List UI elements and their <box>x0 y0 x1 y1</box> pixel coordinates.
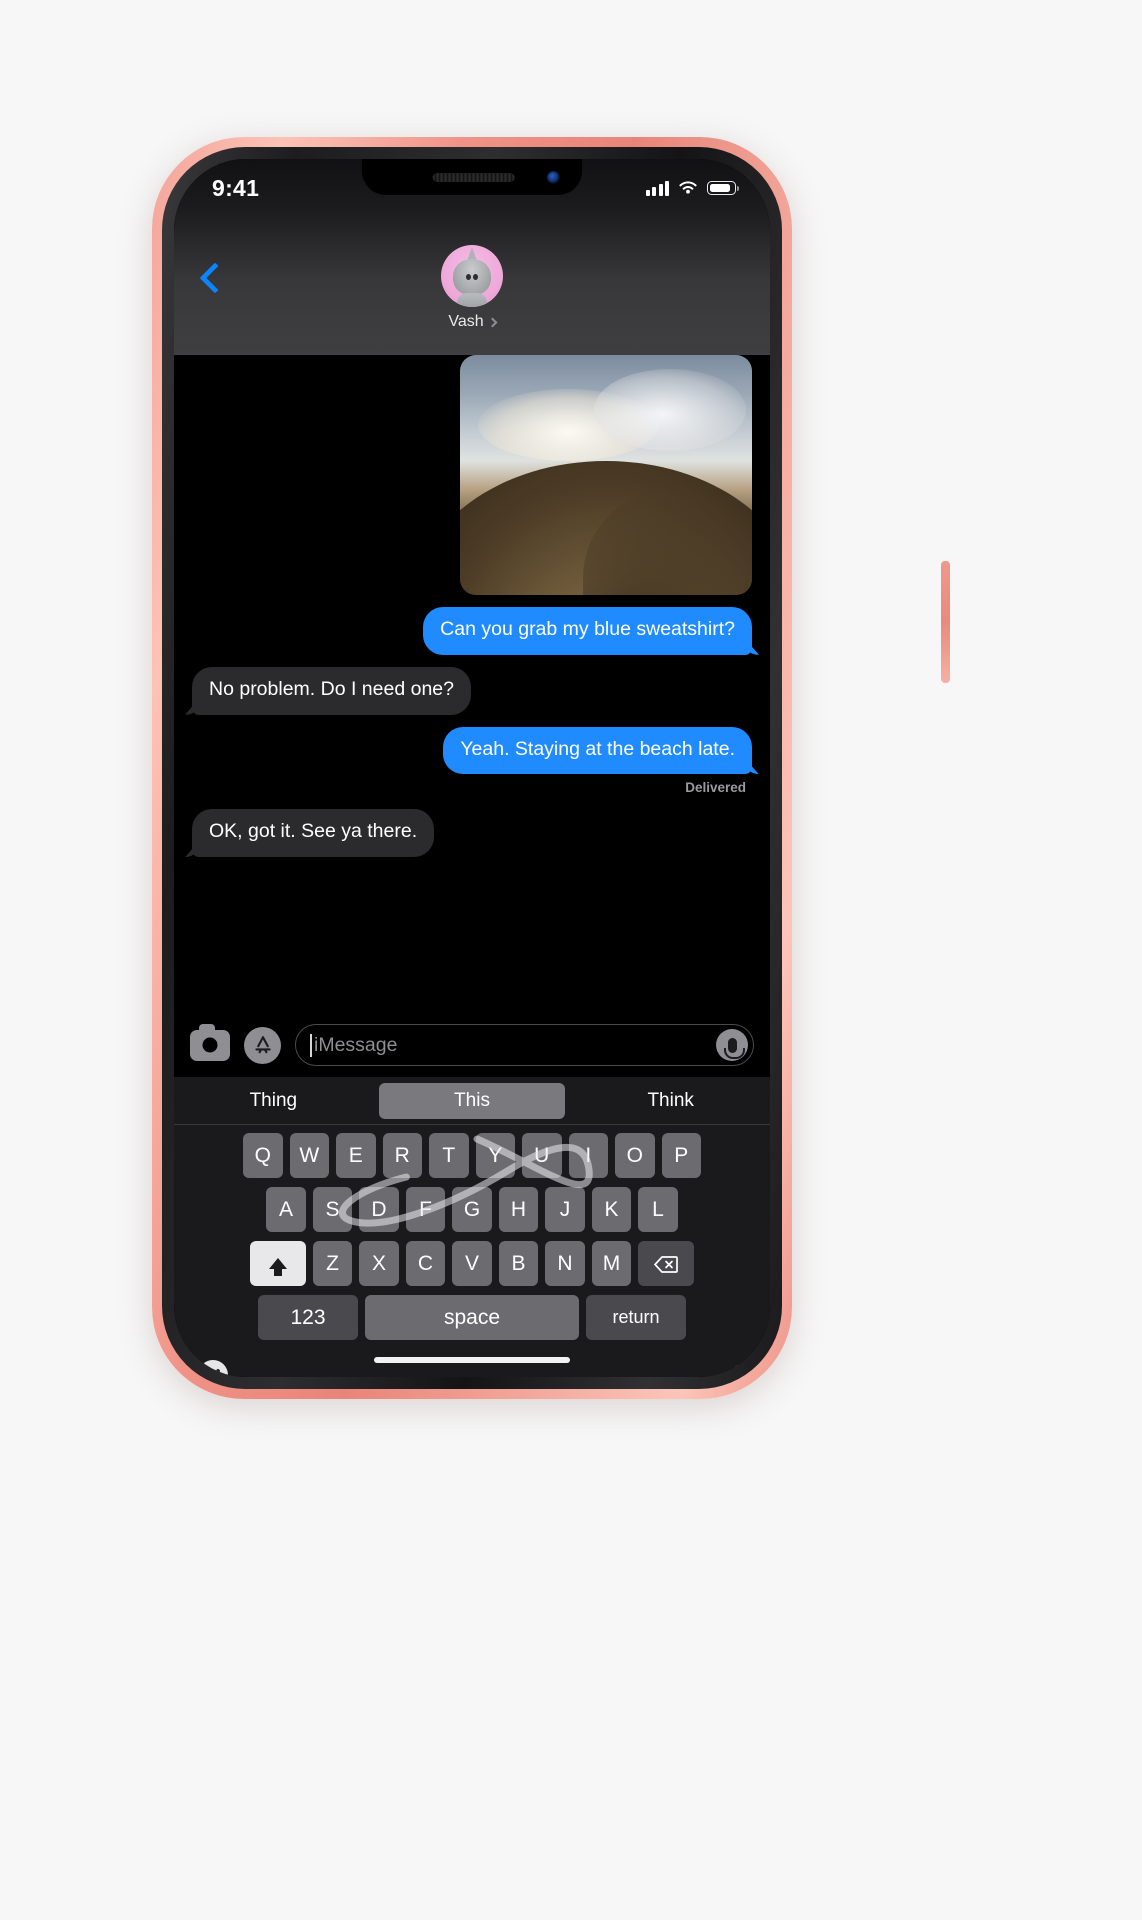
photo-attachment[interactable] <box>460 355 752 595</box>
app-store-icon[interactable] <box>244 1026 281 1064</box>
key-s[interactable]: S <box>312 1187 353 1232</box>
key-n[interactable]: N <box>545 1241 585 1286</box>
key-k[interactable]: K <box>591 1187 632 1232</box>
battery-icon <box>707 181 740 195</box>
key-y[interactable]: Y <box>475 1133 515 1178</box>
key-h[interactable]: H <box>498 1187 539 1232</box>
message-row-outgoing: Yeah. Staying at the beach late. <box>192 726 752 775</box>
message-bubble[interactable]: No problem. Do I need one? <box>192 666 471 715</box>
key-m[interactable]: M <box>591 1241 632 1286</box>
message-input-placeholder: iMessage <box>314 1033 398 1056</box>
message-row-outgoing: Can you grab my blue sweatshirt? <box>192 607 752 655</box>
key-j[interactable]: J <box>545 1187 585 1232</box>
key-c[interactable]: C <box>405 1241 446 1286</box>
wifi-icon <box>679 181 697 194</box>
key-g[interactable]: G <box>452 1187 492 1232</box>
numbers-key[interactable]: 123 <box>258 1295 358 1340</box>
key-u[interactable]: U <box>522 1133 562 1178</box>
keyboard-row-2: A S D F G H J K L <box>179 1187 765 1232</box>
composer-bar: iMessage <box>174 1013 770 1077</box>
contact-name-label: Vash <box>448 313 484 330</box>
device-bezel: 9:41 Vash Can you grab my blue sweatshir… <box>162 147 782 1389</box>
key-a[interactable]: A <box>266 1187 306 1232</box>
dictation-microphone-icon[interactable] <box>733 1364 746 1377</box>
key-r[interactable]: R <box>382 1133 422 1178</box>
microphone-icon[interactable] <box>716 1029 748 1061</box>
key-f[interactable]: F <box>405 1187 446 1232</box>
key-q[interactable]: Q <box>243 1133 283 1178</box>
delete-backspace-icon[interactable] <box>638 1241 695 1286</box>
iphone-device: 9:41 Vash Can you grab my blue sweatshir… <box>152 137 950 1399</box>
front-camera-icon <box>547 171 560 184</box>
keyboard-row-4: 123 space return <box>179 1295 765 1340</box>
delivery-status-label: Delivered <box>685 780 746 796</box>
message-input-field[interactable]: iMessage <box>295 1024 754 1066</box>
cellular-signal-icon <box>645 180 669 196</box>
shift-up-arrow-icon[interactable] <box>249 1241 306 1286</box>
key-d[interactable]: D <box>359 1187 399 1232</box>
attachment-row <box>192 355 752 595</box>
predictive-text-bar: Thing This Think <box>174 1077 770 1125</box>
message-bubble[interactable]: Yeah. Staying at the beach late. <box>443 726 752 775</box>
contact-name-row[interactable]: Vash <box>448 313 498 331</box>
key-i[interactable]: I <box>568 1133 608 1178</box>
app-store-glyph <box>254 1036 271 1054</box>
message-row-incoming: OK, got it. See ya there. <box>192 809 752 858</box>
display-notch <box>362 159 582 195</box>
key-t[interactable]: T <box>429 1133 469 1178</box>
keyboard-bottom-bar <box>174 1349 770 1377</box>
key-z[interactable]: Z <box>312 1241 353 1286</box>
key-o[interactable]: O <box>615 1133 655 1178</box>
status-bar-indicators <box>645 180 740 196</box>
message-row-incoming: No problem. Do I need one? <box>192 666 752 715</box>
key-x[interactable]: X <box>359 1241 399 1286</box>
home-indicator[interactable] <box>374 1357 570 1363</box>
text-cursor <box>310 1033 312 1057</box>
message-bubble[interactable]: OK, got it. See ya there. <box>192 809 435 858</box>
key-v[interactable]: V <box>452 1241 492 1286</box>
return-key[interactable]: return <box>586 1295 686 1340</box>
message-bubble[interactable]: Can you grab my blue sweatshirt? <box>423 607 752 655</box>
keyboard-row-3: Z X C V B N M <box>179 1241 765 1286</box>
emoji-smiley-icon[interactable] <box>198 1360 228 1377</box>
key-l[interactable]: L <box>638 1187 678 1232</box>
keyboard-row-1: Q W E R T Y U I O P <box>179 1133 765 1178</box>
backspace-glyph <box>654 1256 679 1273</box>
earpiece-speaker-icon <box>432 173 515 182</box>
screenshot-stage: 9:41 Vash Can you grab my blue sweatshir… <box>0 0 1142 1920</box>
space-key[interactable]: space <box>365 1295 579 1340</box>
device-screen: 9:41 Vash Can you grab my blue sweatshir… <box>174 159 770 1377</box>
onscreen-keyboard[interactable]: Thing This Think Q W E R T Y U I O P A S… <box>174 1077 770 1377</box>
message-thread[interactable]: Can you grab my blue sweatshirt? No prob… <box>174 355 770 1077</box>
prediction-candidate[interactable]: Think <box>577 1083 764 1119</box>
key-b[interactable]: B <box>498 1241 539 1286</box>
messages-app: 9:41 Vash Can you grab my blue sweatshir… <box>174 159 770 1377</box>
key-w[interactable]: W <box>289 1133 329 1178</box>
key-e[interactable]: E <box>336 1133 376 1178</box>
contact-header[interactable]: Vash <box>174 245 770 331</box>
key-rows: Q W E R T Y U I O P A S D F G H J K L Z … <box>174 1125 770 1340</box>
avatar[interactable] <box>441 245 503 307</box>
key-p[interactable]: P <box>661 1133 701 1178</box>
prediction-candidate-selected[interactable]: This <box>378 1082 566 1119</box>
side-power-button[interactable] <box>941 561 950 683</box>
chevron-right-icon <box>487 317 498 327</box>
prediction-candidate[interactable]: Thing <box>180 1083 367 1119</box>
status-bar-time: 9:41 <box>212 174 260 201</box>
camera-icon[interactable] <box>190 1023 230 1061</box>
